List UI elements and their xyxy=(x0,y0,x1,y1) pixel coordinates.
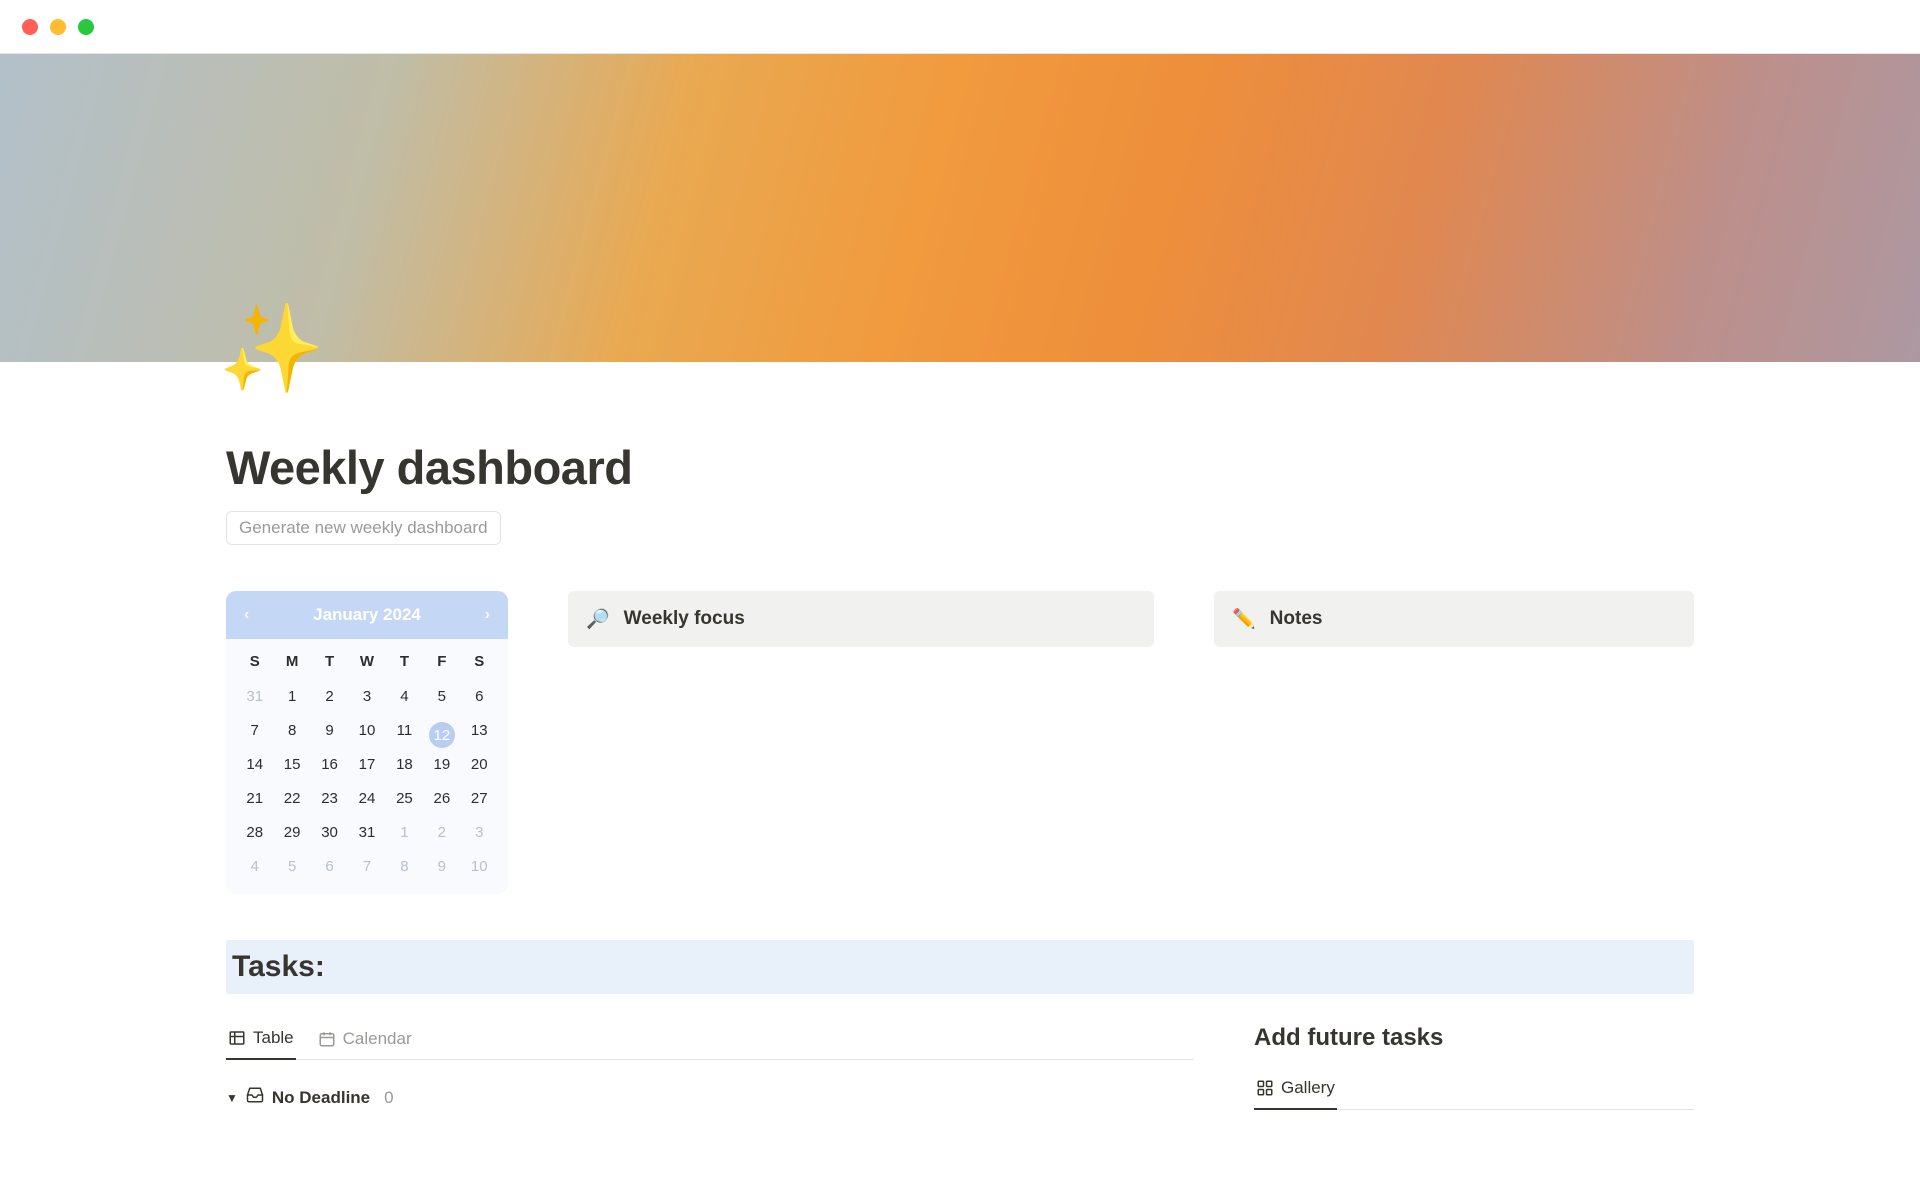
calendar-dow: T xyxy=(311,647,348,676)
calendar-day[interactable]: 2 xyxy=(423,820,460,846)
calendar-day[interactable]: 9 xyxy=(423,854,460,880)
calendar-day[interactable]: 10 xyxy=(348,718,385,744)
calendar-day[interactable]: 6 xyxy=(461,684,498,710)
calendar-dow: T xyxy=(386,647,423,676)
calendar-day[interactable]: 6 xyxy=(311,854,348,880)
calendar-day[interactable]: 10 xyxy=(461,854,498,880)
calendar-day[interactable]: 5 xyxy=(273,854,310,880)
calendar-widget: ‹ January 2024 › SMTWTFS3112345678910111… xyxy=(226,591,508,894)
calendar-day[interactable]: 20 xyxy=(461,752,498,778)
calendar-prev-icon[interactable]: ‹ xyxy=(244,606,249,624)
tab-label: Table xyxy=(253,1028,294,1048)
calendar-day[interactable]: 1 xyxy=(273,684,310,710)
calendar-dow: M xyxy=(273,647,310,676)
calendar-day[interactable]: 18 xyxy=(386,752,423,778)
page-title[interactable]: Weekly dashboard xyxy=(226,362,1694,495)
calendar-day[interactable]: 3 xyxy=(461,820,498,846)
table-icon xyxy=(228,1029,246,1047)
future-tasks-tabs: Gallery xyxy=(1254,1072,1694,1110)
magnifier-icon: 🔎 xyxy=(586,607,610,631)
tasks-heading-block: Tasks: xyxy=(226,940,1694,994)
calendar-day[interactable]: 5 xyxy=(423,684,460,710)
calendar-day[interactable]: 31 xyxy=(348,820,385,846)
calendar-day[interactable]: 4 xyxy=(236,854,273,880)
calendar-day[interactable]: 2 xyxy=(311,684,348,710)
calendar-day[interactable]: 7 xyxy=(236,718,273,744)
task-group-label: No Deadline xyxy=(272,1088,370,1108)
calendar-day[interactable]: 12 xyxy=(423,718,460,744)
tasks-heading: Tasks: xyxy=(232,950,1688,984)
calendar-day[interactable]: 9 xyxy=(311,718,348,744)
window-close-button[interactable] xyxy=(22,19,38,35)
calendar-day[interactable]: 23 xyxy=(311,786,348,812)
tab-gallery[interactable]: Gallery xyxy=(1254,1072,1337,1110)
calendar-day[interactable]: 21 xyxy=(236,786,273,812)
task-group-count: 0 xyxy=(384,1088,393,1108)
calendar-day[interactable]: 16 xyxy=(311,752,348,778)
inbox-icon xyxy=(246,1086,264,1109)
calendar-day[interactable]: 24 xyxy=(348,786,385,812)
calendar-day[interactable]: 19 xyxy=(423,752,460,778)
calendar-day[interactable]: 7 xyxy=(348,854,385,880)
window-zoom-button[interactable] xyxy=(78,19,94,35)
calendar-day[interactable]: 30 xyxy=(311,820,348,846)
calendar-dow: S xyxy=(236,647,273,676)
notes-card[interactable]: ✏️ Notes xyxy=(1214,591,1694,647)
calendar-dow: F xyxy=(423,647,460,676)
calendar-day[interactable]: 4 xyxy=(386,684,423,710)
calendar-header: ‹ January 2024 › xyxy=(226,591,508,639)
calendar-day[interactable]: 14 xyxy=(236,752,273,778)
weekly-focus-label: Weekly focus xyxy=(624,608,745,630)
task-group-row[interactable]: ▼ No Deadline 0 xyxy=(226,1086,1194,1109)
calendar-day[interactable]: 31 xyxy=(236,684,273,710)
page-icon[interactable]: ✨ xyxy=(218,306,325,392)
weekly-focus-card[interactable]: 🔎 Weekly focus xyxy=(568,591,1154,647)
calendar-grid: SMTWTFS311234567891011121314151617181920… xyxy=(226,639,508,894)
pencil-icon: ✏️ xyxy=(1232,607,1256,631)
window-minimize-button[interactable] xyxy=(50,19,66,35)
calendar-month-label: January 2024 xyxy=(313,605,421,625)
calendar-day[interactable]: 3 xyxy=(348,684,385,710)
calendar-day[interactable]: 29 xyxy=(273,820,310,846)
calendar-day[interactable]: 1 xyxy=(386,820,423,846)
tab-table[interactable]: Table xyxy=(226,1022,296,1060)
calendar-day[interactable]: 13 xyxy=(461,718,498,744)
tab-label: Calendar xyxy=(343,1029,412,1049)
tasks-view-tabs: Table Calendar xyxy=(226,1022,1194,1060)
calendar-day[interactable]: 22 xyxy=(273,786,310,812)
calendar-day[interactable]: 8 xyxy=(386,854,423,880)
calendar-day[interactable]: 25 xyxy=(386,786,423,812)
future-tasks-heading: Add future tasks xyxy=(1254,1024,1694,1052)
calendar-day[interactable]: 27 xyxy=(461,786,498,812)
calendar-day[interactable]: 28 xyxy=(236,820,273,846)
tab-label: Gallery xyxy=(1281,1078,1335,1098)
tab-calendar[interactable]: Calendar xyxy=(316,1022,414,1059)
window-titlebar xyxy=(0,0,1920,54)
calendar-icon xyxy=(318,1030,336,1048)
caret-down-icon[interactable]: ▼ xyxy=(226,1091,238,1105)
generate-dashboard-button[interactable]: Generate new weekly dashboard xyxy=(226,511,501,545)
calendar-day[interactable]: 8 xyxy=(273,718,310,744)
calendar-day[interactable]: 11 xyxy=(386,718,423,744)
calendar-dow: W xyxy=(348,647,385,676)
calendar-day[interactable]: 26 xyxy=(423,786,460,812)
calendar-dow: S xyxy=(461,647,498,676)
calendar-day[interactable]: 15 xyxy=(273,752,310,778)
calendar-day[interactable]: 17 xyxy=(348,752,385,778)
gallery-icon xyxy=(1256,1079,1274,1097)
notes-label: Notes xyxy=(1270,608,1323,630)
calendar-next-icon[interactable]: › xyxy=(485,606,490,624)
